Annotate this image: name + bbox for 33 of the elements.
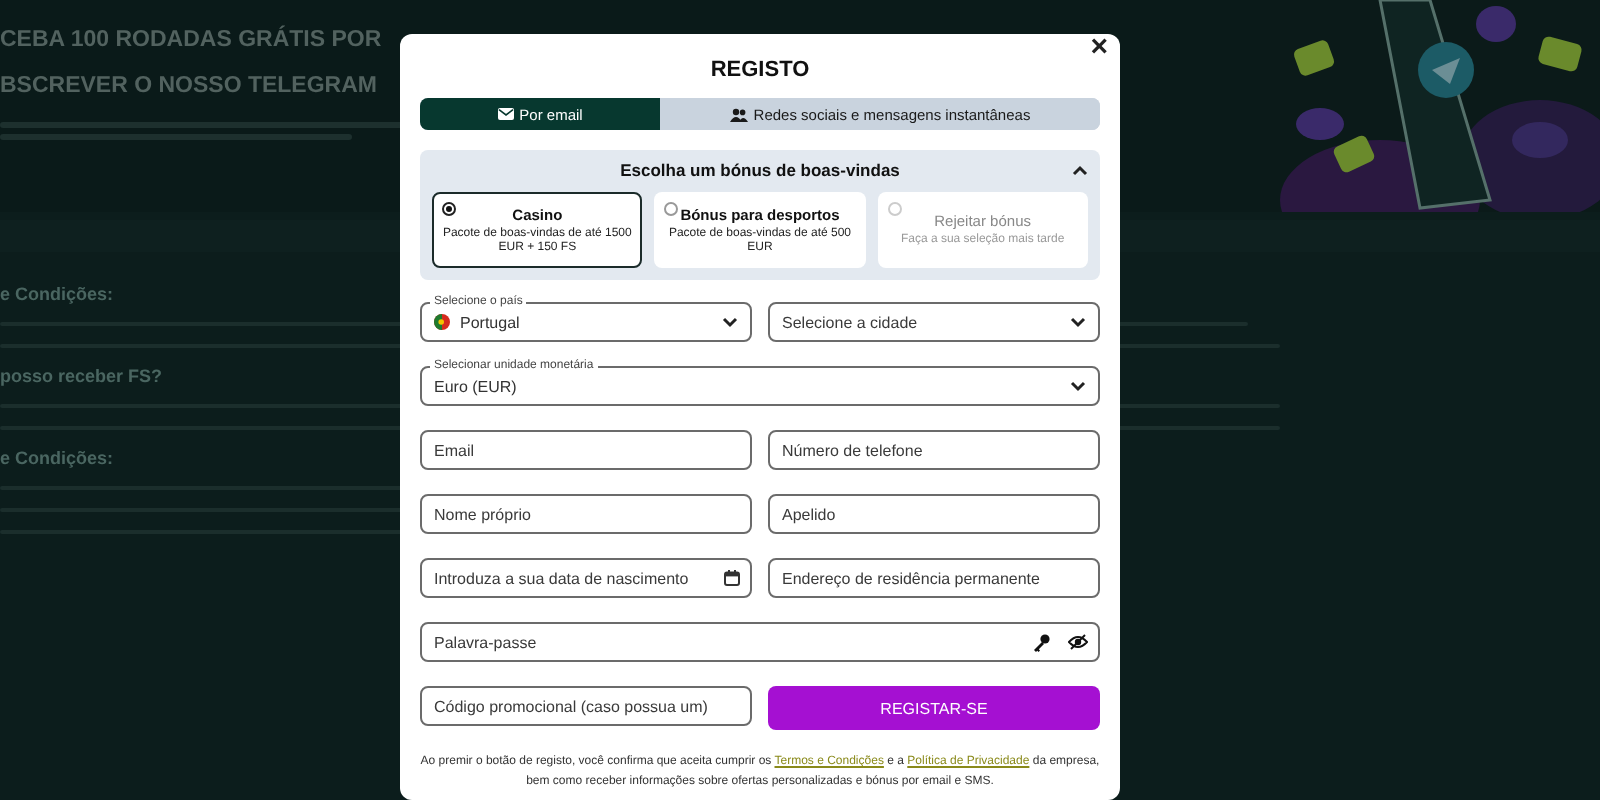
input-field[interactable]: Código promocional (caso possua um) [420, 686, 752, 726]
envelope-icon [497, 108, 514, 120]
headline: CEBA 100 RODADAS GRÁTIS POR [0, 23, 382, 56]
chevron-icon [1070, 380, 1086, 392]
hidden-eye-icon[interactable] [1068, 634, 1088, 650]
input-field[interactable]: Endereço de residência permanente [768, 558, 1100, 598]
select-field[interactable]: Selecione a cidade [768, 302, 1100, 342]
input-field[interactable]: Apelido [768, 494, 1100, 534]
register-button[interactable]: REGISTAR-SE [768, 686, 1100, 730]
input-field[interactable]: Número de telefone [768, 430, 1100, 470]
flag-icon [434, 314, 450, 330]
radio-button[interactable] [442, 202, 456, 216]
section-heading: e Condições: [0, 284, 114, 304]
password-field[interactable]: Palavra-passe [420, 622, 1100, 662]
input-field[interactable]: Nome próprio [420, 494, 752, 534]
modal-title: REGISTO [710, 58, 810, 82]
headline: BSCREVER O NOSSO TELEGRAM [0, 72, 377, 102]
select-value: Portugal [460, 313, 522, 331]
calendar-icon[interactable] [724, 570, 740, 586]
close-button[interactable]: × [1086, 34, 1112, 64]
input-field[interactable]: Email [420, 430, 752, 470]
people-icon [729, 107, 748, 121]
select-placeholder: Selecione a cidade [782, 313, 920, 331]
section-heading: e Condições: [0, 448, 114, 468]
bonus-title: Escolha um bónus de boas-vindas [620, 160, 900, 180]
key-icon[interactable] [1032, 633, 1050, 651]
radio-button[interactable] [664, 202, 679, 216]
section-heading: posso receber FS? [0, 366, 163, 386]
chevron-icon[interactable] [1072, 164, 1088, 176]
chevron-icon [722, 316, 738, 328]
chevron-icon [1070, 316, 1086, 328]
date-field[interactable]: Introduza a sua data de nascimento [420, 558, 752, 598]
select-value: Euro (EUR) [434, 377, 519, 395]
